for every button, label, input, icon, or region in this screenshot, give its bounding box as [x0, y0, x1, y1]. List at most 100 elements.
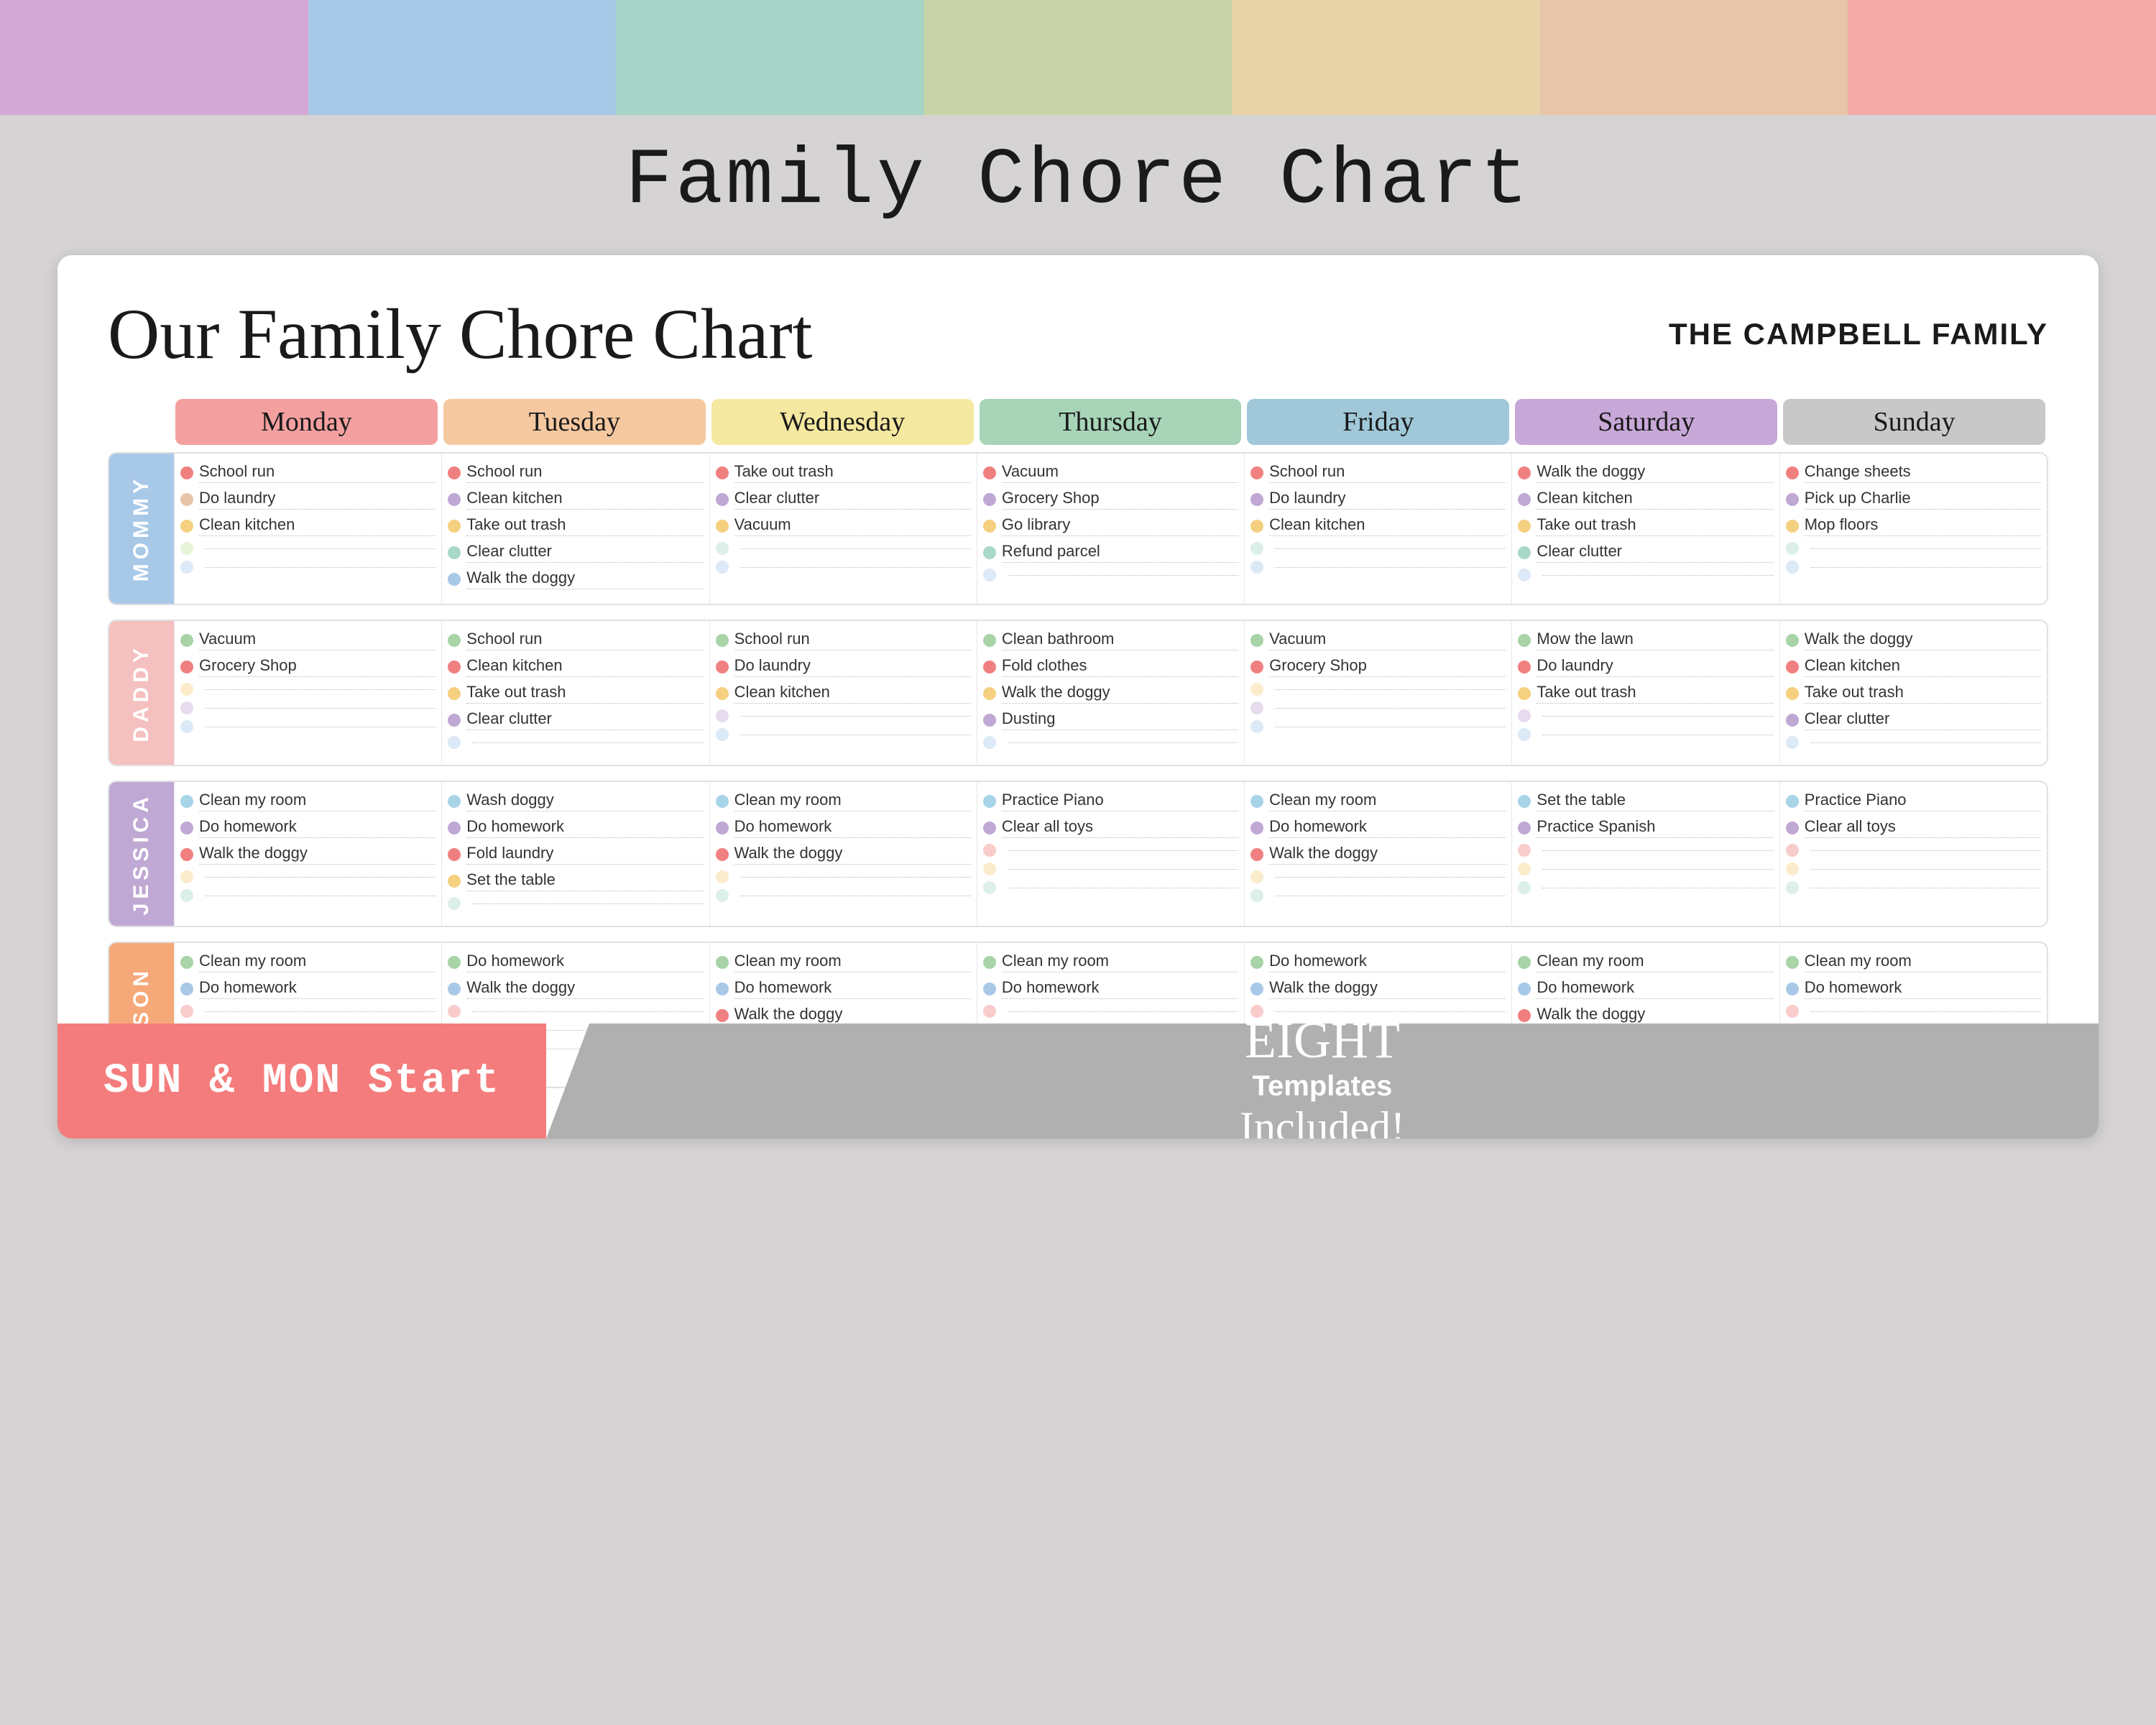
chore-dot	[180, 520, 193, 533]
chore-dot	[1786, 822, 1799, 834]
chore-empty-line	[472, 742, 703, 743]
chore-dot-empty	[180, 870, 193, 883]
day-header-thursday: Thursday	[980, 399, 1242, 445]
chore-text: Do homework	[1269, 952, 1506, 972]
chore-item-daddy-3-3: Dusting	[983, 709, 1238, 730]
chore-dot	[716, 822, 729, 834]
chore-dot-empty	[983, 862, 996, 875]
chore-text: Walk the doggy	[734, 1005, 971, 1026]
chore-item-mommy-0-0: School run	[180, 462, 436, 483]
chore-item-mommy-3-0: Vacuum	[983, 462, 1238, 483]
chore-item-daddy-3-2: Walk the doggy	[983, 683, 1238, 704]
chore-dot	[1786, 795, 1799, 808]
day-header-tuesday: Tuesday	[443, 399, 706, 445]
chore-item-daddy-1-0: School run	[448, 630, 703, 650]
chore-dot	[983, 956, 996, 969]
top-bar-yellow	[1232, 0, 1540, 115]
chore-text: Take out trash	[466, 515, 703, 536]
chore-empty-mommy-0-4	[180, 561, 436, 574]
day-col-jessica-1: Wash doggyDo homeworkFold laundrySet the…	[441, 782, 709, 926]
chore-text: Do laundry	[1269, 489, 1506, 510]
chore-dot-empty	[983, 844, 996, 857]
day-col-mommy-2: Take out trashClear clutterVacuum	[709, 454, 977, 604]
chore-dot-empty	[180, 542, 193, 555]
chore-empty-line	[1275, 548, 1506, 549]
chore-item-jason-6-0: Clean my room	[1786, 952, 2041, 972]
chore-dot	[448, 634, 461, 647]
chore-text: Walk the doggy	[1805, 630, 2041, 650]
bottom-left-text: SUN & MON Start	[103, 1058, 500, 1105]
chore-text: School run	[734, 630, 971, 650]
chore-empty-line	[1008, 575, 1238, 576]
day-col-mommy-6: Change sheetsPick up CharlieMop floors	[1779, 454, 2047, 604]
chore-text: Refund parcel	[1002, 542, 1238, 563]
chore-item-jessica-5-1: Practice Spanish	[1518, 817, 1773, 838]
chore-text: Walk the doggy	[466, 569, 703, 589]
chore-empty-jason-0-2	[180, 1005, 436, 1018]
chore-item-mommy-2-2: Vacuum	[716, 515, 971, 536]
chore-dot	[983, 466, 996, 479]
day-col-daddy-5: Mow the lawnDo laundryTake out trash	[1511, 621, 1779, 765]
chore-text: Take out trash	[1537, 683, 1773, 704]
chore-item-jason-0-1: Do homework	[180, 978, 436, 999]
card-subtitle: Our Family Chore Chart	[108, 298, 812, 370]
chore-dot-empty	[716, 889, 729, 902]
chore-dot	[180, 983, 193, 995]
chore-item-jason-2-2: Walk the doggy	[716, 1005, 971, 1026]
chore-text: Clear all toys	[1805, 817, 2041, 838]
chore-dot	[1786, 661, 1799, 673]
chore-item-jessica-1-3: Set the table	[448, 870, 703, 891]
day-col-jessica-5: Set the tablePractice Spanish	[1511, 782, 1779, 926]
day-col-jessica-4: Clean my roomDo homeworkWalk the doggy	[1244, 782, 1511, 926]
day-col-mommy-1: School runClean kitchenTake out trashCle…	[441, 454, 709, 604]
chore-text: Do homework	[466, 952, 703, 972]
chore-dot	[1786, 714, 1799, 727]
chore-text: Do homework	[734, 817, 971, 838]
chore-empty-line	[205, 877, 436, 878]
days-grid-jessica: Clean my roomDo homeworkWalk the doggyWa…	[174, 782, 2047, 926]
chore-text: Go library	[1002, 515, 1238, 536]
chore-item-jason-1-0: Do homework	[448, 952, 703, 972]
chore-text: Pick up Charlie	[1805, 489, 2041, 510]
chore-text: Clean kitchen	[466, 656, 703, 677]
main-card: Our Family Chore Chart THE CAMPBELL FAMI…	[57, 255, 2099, 1138]
chore-item-mommy-2-1: Clear clutter	[716, 489, 971, 510]
chore-item-jason-5-0: Clean my room	[1518, 952, 1773, 972]
chore-item-daddy-2-2: Clean kitchen	[716, 683, 971, 704]
chore-empty-line	[1810, 1011, 2041, 1012]
chore-text: Do homework	[1002, 978, 1238, 999]
chore-empty-daddy-4-4	[1250, 720, 1506, 733]
chore-empty-jessica-6-2	[1786, 844, 2041, 857]
chore-item-jessica-4-0: Clean my room	[1250, 791, 1506, 811]
chore-text: Clear all toys	[1002, 817, 1238, 838]
persons-container: MOMMYSchool runDo laundryClean kitchenSc…	[108, 452, 2048, 1088]
chore-text: Take out trash	[1537, 515, 1773, 536]
chore-dot-empty	[983, 569, 996, 581]
day-col-mommy-0: School runDo laundryClean kitchen	[174, 454, 441, 604]
chore-empty-line	[472, 903, 703, 904]
chore-empty-line	[1542, 575, 1773, 576]
chore-text: Mop floors	[1805, 515, 2041, 536]
chore-dot	[1518, 687, 1531, 700]
chore-dot	[180, 466, 193, 479]
chore-text: Grocery Shop	[199, 656, 436, 677]
chore-empty-line	[205, 689, 436, 690]
chore-dot-empty	[983, 881, 996, 894]
chore-empty-jessica-3-4	[983, 881, 1238, 894]
chore-dot-empty	[180, 702, 193, 714]
chore-dot	[716, 466, 729, 479]
top-bar-salmon	[1848, 0, 2156, 115]
chore-dot	[448, 573, 461, 586]
chore-dot	[983, 795, 996, 808]
chore-dot	[1518, 822, 1531, 834]
chore-text: Clear clutter	[1537, 542, 1773, 563]
chore-dot	[983, 687, 996, 700]
chore-dot	[716, 848, 729, 861]
chore-empty-line	[1275, 689, 1506, 690]
person-row-jessica: JESSICAClean my roomDo homeworkWalk the …	[108, 781, 2048, 927]
day-header-wednesday: Wednesday	[711, 399, 974, 445]
chore-item-jessica-0-2: Walk the doggy	[180, 844, 436, 865]
chore-dot	[1518, 956, 1531, 969]
chore-dot	[1518, 1009, 1531, 1022]
person-label-jessica: JESSICA	[109, 782, 174, 926]
